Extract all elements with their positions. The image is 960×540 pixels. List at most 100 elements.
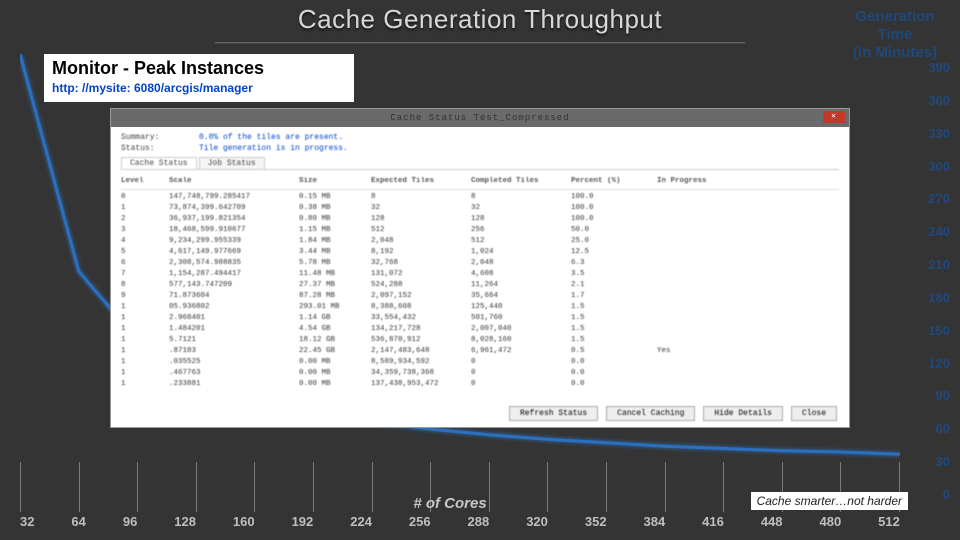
cell-inprog: Yes	[657, 346, 839, 357]
cell-expected: 524,288	[371, 280, 471, 291]
y-tick: 390	[910, 60, 950, 75]
footer-note: Cache smarter…not harder	[751, 492, 908, 510]
y-tick: 240	[910, 224, 950, 239]
cell-completed: 1,024	[471, 247, 571, 258]
cancel-caching-button[interactable]: Cancel Caching	[606, 406, 695, 421]
cell-size: 1.84 MB	[299, 236, 371, 247]
x-axis-ticks: 3264961281601922242562883203523844164484…	[20, 514, 900, 532]
x-tick: 384	[644, 514, 666, 532]
cell-completed: 11,264	[471, 280, 571, 291]
col-header: Level	[121, 176, 169, 187]
cell-inprog	[657, 335, 839, 346]
table-row: 105.936802293.01 MB8,388,608125,4401.5	[121, 302, 839, 313]
cell-inprog	[657, 225, 839, 236]
cell-inprog	[657, 291, 839, 302]
cell-inprog	[657, 214, 839, 225]
cell-expected: 128	[371, 214, 471, 225]
cell-scale: 2,308,574.988835	[169, 258, 299, 269]
col-header: In Progress	[657, 176, 839, 187]
cell-scale: 577,143.747209	[169, 280, 299, 291]
cell-level: 1	[121, 368, 169, 379]
x-tick: 512	[878, 514, 900, 532]
tab-job-status[interactable]: Job Status	[199, 157, 265, 169]
x-tick: 160	[233, 514, 255, 532]
y-tick: 210	[910, 257, 950, 272]
x-tick: 64	[71, 514, 85, 532]
cell-level: 8	[121, 280, 169, 291]
y-tick: 120	[910, 356, 950, 371]
y-tick: 300	[910, 159, 950, 174]
cell-expected: 512	[371, 225, 471, 236]
status-label: Status:	[121, 144, 199, 153]
cell-inprog	[657, 247, 839, 258]
hide-details-button[interactable]: Hide Details	[703, 406, 783, 421]
col-header: Scale	[169, 176, 299, 187]
cell-inprog	[657, 368, 839, 379]
x-tick: 320	[526, 514, 548, 532]
cell-percent: 1.5	[571, 302, 657, 313]
cell-percent: 0.5	[571, 346, 657, 357]
cell-inprog	[657, 324, 839, 335]
cell-level: 0	[121, 192, 169, 203]
cell-percent: 1.7	[571, 291, 657, 302]
col-header: Completed Tiles	[471, 176, 571, 187]
cell-completed: 0	[471, 379, 571, 390]
cell-expected: 8	[371, 192, 471, 203]
cell-size: 293.01 MB	[299, 302, 371, 313]
cell-percent: 1.5	[571, 313, 657, 324]
x-tick: 416	[702, 514, 724, 532]
cell-inprog	[657, 313, 839, 324]
cell-percent: 100.0	[571, 214, 657, 225]
cell-percent: 6.3	[571, 258, 657, 269]
x-tick: 32	[20, 514, 34, 532]
cell-completed: 8	[471, 192, 571, 203]
y-axis-title-line2: (in Minutes)	[853, 44, 937, 61]
status-value: Tile generation is in progress.	[199, 144, 348, 153]
close-button[interactable]: Close	[791, 406, 837, 421]
slide-title: Cache Generation Throughput	[0, 4, 960, 44]
table-row: 62,308,574.9888355.78 MB32,7682,0486.3	[121, 258, 839, 269]
cell-level: 6	[121, 258, 169, 269]
title-underline	[215, 42, 745, 44]
table-row: 971.87360487.28 MB2,097,15235,6641.7	[121, 291, 839, 302]
cell-level: 1	[121, 324, 169, 335]
cell-scale: 9,234,299.955339	[169, 236, 299, 247]
x-tick: 96	[123, 514, 137, 532]
cell-level: 7	[121, 269, 169, 280]
cell-percent: 2.1	[571, 280, 657, 291]
tab-cache-status[interactable]: Cache Status	[121, 157, 197, 169]
col-header: Size	[299, 176, 371, 187]
cell-expected: 137,438,953,472	[371, 379, 471, 390]
summary-label: Summary:	[121, 133, 199, 142]
cell-size: 0.15 MB	[299, 192, 371, 203]
y-axis-ticks: 3903603303002702402101801501209060300	[910, 60, 950, 502]
cell-scale: .87103	[169, 346, 299, 357]
dialog-titlebar: Cache Status Test_Compressed ✕	[111, 109, 849, 127]
cell-scale: .035525	[169, 357, 299, 368]
cell-scale: 73,874,399.642709	[169, 203, 299, 214]
cell-completed: 125,440	[471, 302, 571, 313]
y-axis-title: Generation Time (in Minutes)	[840, 8, 950, 62]
table-row: 173,874,399.6427090.38 MB3232100.0	[121, 203, 839, 214]
cell-expected: 2,147,483,648	[371, 346, 471, 357]
cell-expected: 536,870,912	[371, 335, 471, 346]
cell-expected: 2,097,152	[371, 291, 471, 302]
close-icon[interactable]: ✕	[823, 111, 845, 123]
table-row: 1.8710322.45 GB2,147,483,6486,961,4720.5…	[121, 346, 839, 357]
cell-scale: .467763	[169, 368, 299, 379]
x-tick: 480	[819, 514, 841, 532]
cell-level: 1	[121, 379, 169, 390]
x-tick: 128	[174, 514, 196, 532]
y-tick: 360	[910, 93, 950, 108]
cell-inprog	[657, 203, 839, 214]
cell-percent: 12.5	[571, 247, 657, 258]
y-tick: 0	[910, 487, 950, 502]
cell-percent: 50.0	[571, 225, 657, 236]
cell-percent: 1.5	[571, 335, 657, 346]
cell-level: 1	[121, 302, 169, 313]
caption-url[interactable]: http: //mysite: 6080/arcgis/manager	[52, 81, 346, 95]
refresh-status-button[interactable]: Refresh Status	[509, 406, 598, 421]
col-header: Expected Tiles	[371, 176, 471, 187]
cell-size: 0.80 MB	[299, 214, 371, 225]
cell-percent: 3.5	[571, 269, 657, 280]
